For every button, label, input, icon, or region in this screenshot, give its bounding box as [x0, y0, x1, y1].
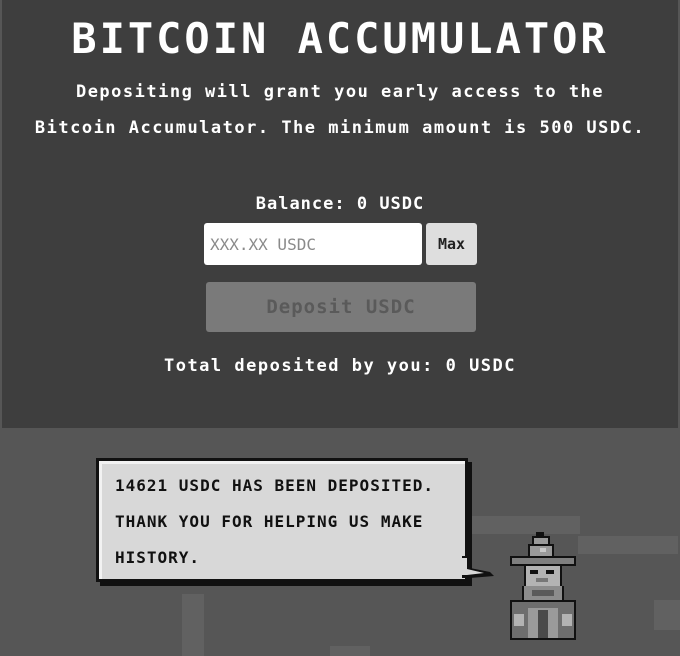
speech-bubble-tail — [462, 556, 494, 578]
background-pixel-block — [654, 600, 680, 630]
background-pixel-block — [182, 594, 204, 656]
speech-bubble: 14621 USDC HAS BEEN DEPOSITED. THANK YOU… — [96, 458, 468, 582]
background-pixel-block — [578, 536, 678, 554]
speech-bubble-line: HISTORY. — [115, 548, 201, 567]
description-line: Bitcoin Accumulator. The minimum amount … — [34, 118, 646, 138]
description-line: Depositing will grant you early access t… — [75, 82, 605, 102]
speech-bubble-line: 14621 USDC HAS BEEN DEPOSITED. — [115, 476, 434, 495]
total-deposited-text: Total deposited by you: 0 USDC — [163, 356, 517, 376]
page-title: BITCOIN ACCUMULATOR — [71, 14, 609, 63]
balance-text: Balance: 0 USDC — [255, 194, 425, 214]
wizard-icon — [510, 532, 576, 640]
deposit-panel: BITCOIN ACCUMULATOR Depositing will gran… — [2, 0, 678, 428]
amount-input[interactable] — [204, 223, 422, 265]
background-pixel-block — [330, 646, 370, 656]
description: Depositing will grant you early access t… — [2, 74, 678, 146]
deposit-button[interactable]: Deposit USDC — [206, 282, 476, 332]
speech-bubble-line: THANK YOU FOR HELPING US MAKE — [115, 512, 424, 531]
max-button[interactable]: Max — [426, 223, 477, 265]
